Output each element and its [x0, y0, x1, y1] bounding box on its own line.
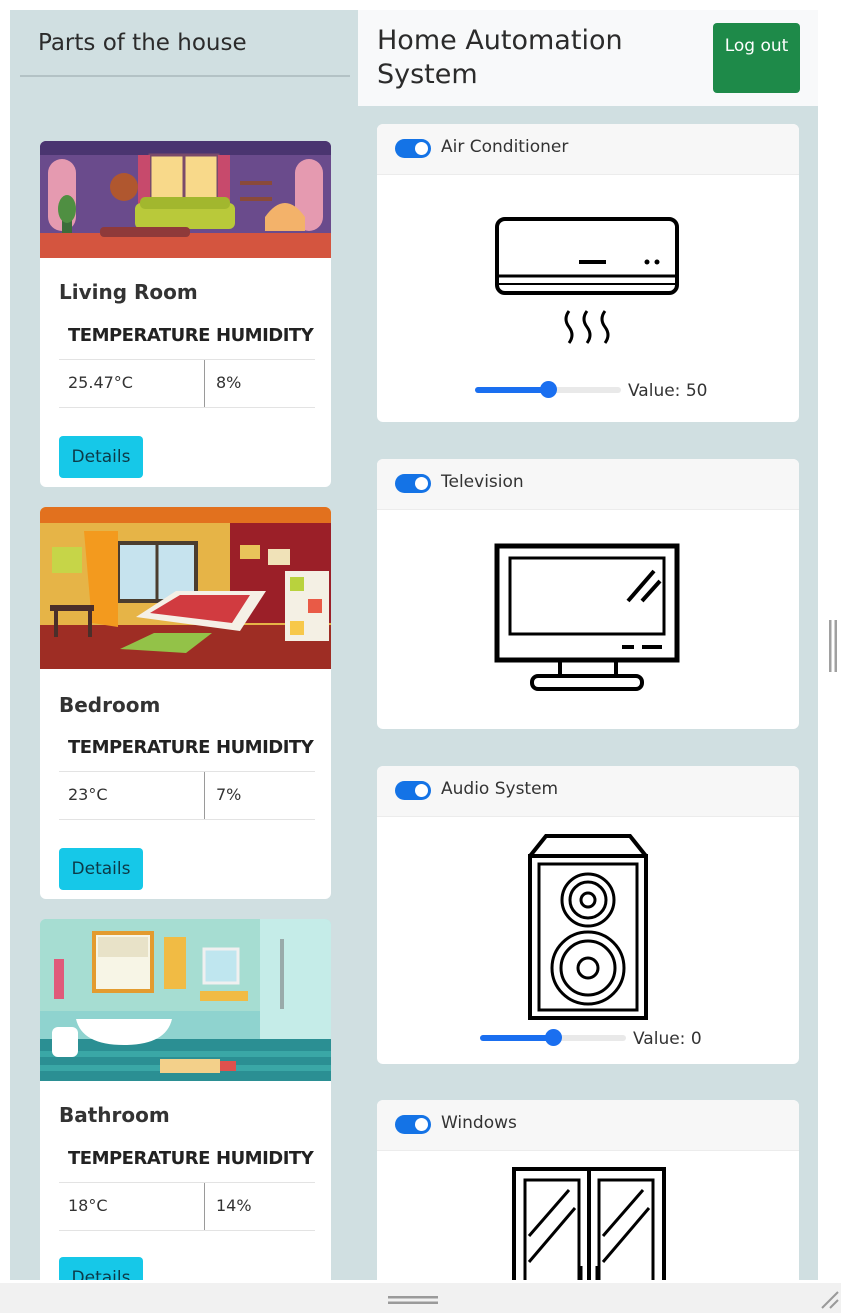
- toggle-knob: [415, 142, 428, 155]
- humidity-header: HUMIDITY: [216, 737, 314, 758]
- device-card-television: Television: [377, 459, 799, 729]
- device-toggle[interactable]: [395, 474, 431, 493]
- television-icon: [494, 543, 680, 691]
- table-divider: [59, 1230, 315, 1231]
- details-button[interactable]: Details: [59, 848, 143, 890]
- slider-fill: [475, 387, 548, 393]
- humidity-header: HUMIDITY: [216, 1148, 314, 1169]
- device-name: Windows: [441, 1113, 517, 1133]
- room-stats-table: TEMPERATURE HUMIDITY 18°C 14%: [59, 1148, 315, 1232]
- slider-value: Value: 50: [628, 381, 708, 401]
- slider-value: Value: 0: [633, 1029, 702, 1049]
- devices-panel: Home Automation System Log out Air Condi…: [358, 10, 818, 1280]
- device-toggle[interactable]: [395, 1115, 431, 1134]
- details-button[interactable]: Details: [59, 436, 143, 478]
- rooms-panel: Parts of the house Living Room TEMPERATU…: [10, 10, 358, 1280]
- device-name: Air Conditioner: [441, 137, 569, 157]
- app-header: Home Automation System Log out: [358, 10, 818, 106]
- device-card-windows: Windows: [377, 1100, 799, 1280]
- column-divider: [204, 772, 205, 819]
- drag-handle-icon[interactable]: [388, 1296, 438, 1304]
- column-divider: [204, 1183, 205, 1230]
- humidity-value: 7%: [216, 785, 242, 804]
- slider-thumb[interactable]: [545, 1029, 562, 1046]
- toggle-knob: [415, 477, 428, 490]
- device-card-air-conditioner: Air Conditioner Value: 50: [377, 124, 799, 422]
- device-card-header: Windows: [377, 1100, 799, 1151]
- rooms-panel-title: Parts of the house: [38, 30, 247, 56]
- slider-fill: [480, 1035, 553, 1041]
- details-button[interactable]: Details: [59, 1257, 143, 1280]
- toggle-knob: [415, 784, 428, 797]
- air-conditioner-icon: [495, 217, 679, 344]
- room-card-living-room: Living Room TEMPERATURE HUMIDITY 25.47°C…: [40, 141, 331, 487]
- scrollbar-handle[interactable]: [828, 620, 838, 672]
- table-divider: [59, 1182, 315, 1183]
- table-divider: [59, 819, 315, 820]
- humidity-header: HUMIDITY: [216, 325, 314, 346]
- resize-corner-icon[interactable]: [818, 1288, 840, 1310]
- room-stats-table: TEMPERATURE HUMIDITY 25.47°C 8%: [59, 325, 315, 409]
- device-slider[interactable]: [480, 1028, 626, 1048]
- slider-thumb[interactable]: [540, 381, 557, 398]
- room-name: Bedroom: [59, 693, 161, 717]
- device-toggle[interactable]: [395, 139, 431, 158]
- column-divider: [204, 360, 205, 407]
- room-card-bedroom: Bedroom TEMPERATURE HUMIDITY 23°C 7% Det…: [40, 507, 331, 899]
- temperature-value: 18°C: [68, 1196, 108, 1215]
- humidity-value: 8%: [216, 373, 242, 392]
- device-card-audio-system: Audio System Value: 0: [377, 766, 799, 1064]
- room-name: Bathroom: [59, 1103, 170, 1127]
- speaker-icon: [528, 834, 648, 1020]
- toggle-knob: [415, 1118, 428, 1131]
- device-card-header: Television: [377, 459, 799, 510]
- table-divider: [59, 407, 315, 408]
- device-name: Audio System: [441, 779, 559, 799]
- app-frame: Parts of the house Living Room TEMPERATU…: [10, 10, 818, 1280]
- bathroom-image: [40, 919, 331, 1081]
- temperature-header: TEMPERATURE: [68, 325, 210, 346]
- device-toggle[interactable]: [395, 781, 431, 800]
- room-card-bathroom: Bathroom TEMPERATURE HUMIDITY 18°C 14% D…: [40, 919, 331, 1280]
- device-slider[interactable]: [475, 380, 621, 400]
- temperature-value: 25.47°C: [68, 373, 133, 392]
- device-card-header: Audio System: [377, 766, 799, 817]
- room-name: Living Room: [59, 280, 198, 304]
- temperature-header: TEMPERATURE: [68, 1148, 210, 1169]
- logout-button[interactable]: Log out: [713, 23, 800, 93]
- table-divider: [59, 359, 315, 360]
- divider: [20, 75, 350, 77]
- humidity-value: 14%: [216, 1196, 252, 1215]
- app-title: Home Automation System: [377, 25, 623, 90]
- room-stats-table: TEMPERATURE HUMIDITY 23°C 7%: [59, 737, 315, 821]
- window-icon: [512, 1167, 666, 1280]
- table-divider: [59, 771, 315, 772]
- bedroom-image: [40, 507, 331, 669]
- temperature-value: 23°C: [68, 785, 108, 804]
- device-card-header: Air Conditioner: [377, 124, 799, 175]
- resize-bar: [0, 1283, 841, 1313]
- device-name: Television: [441, 472, 524, 492]
- temperature-header: TEMPERATURE: [68, 737, 210, 758]
- living-room-image: [40, 141, 331, 258]
